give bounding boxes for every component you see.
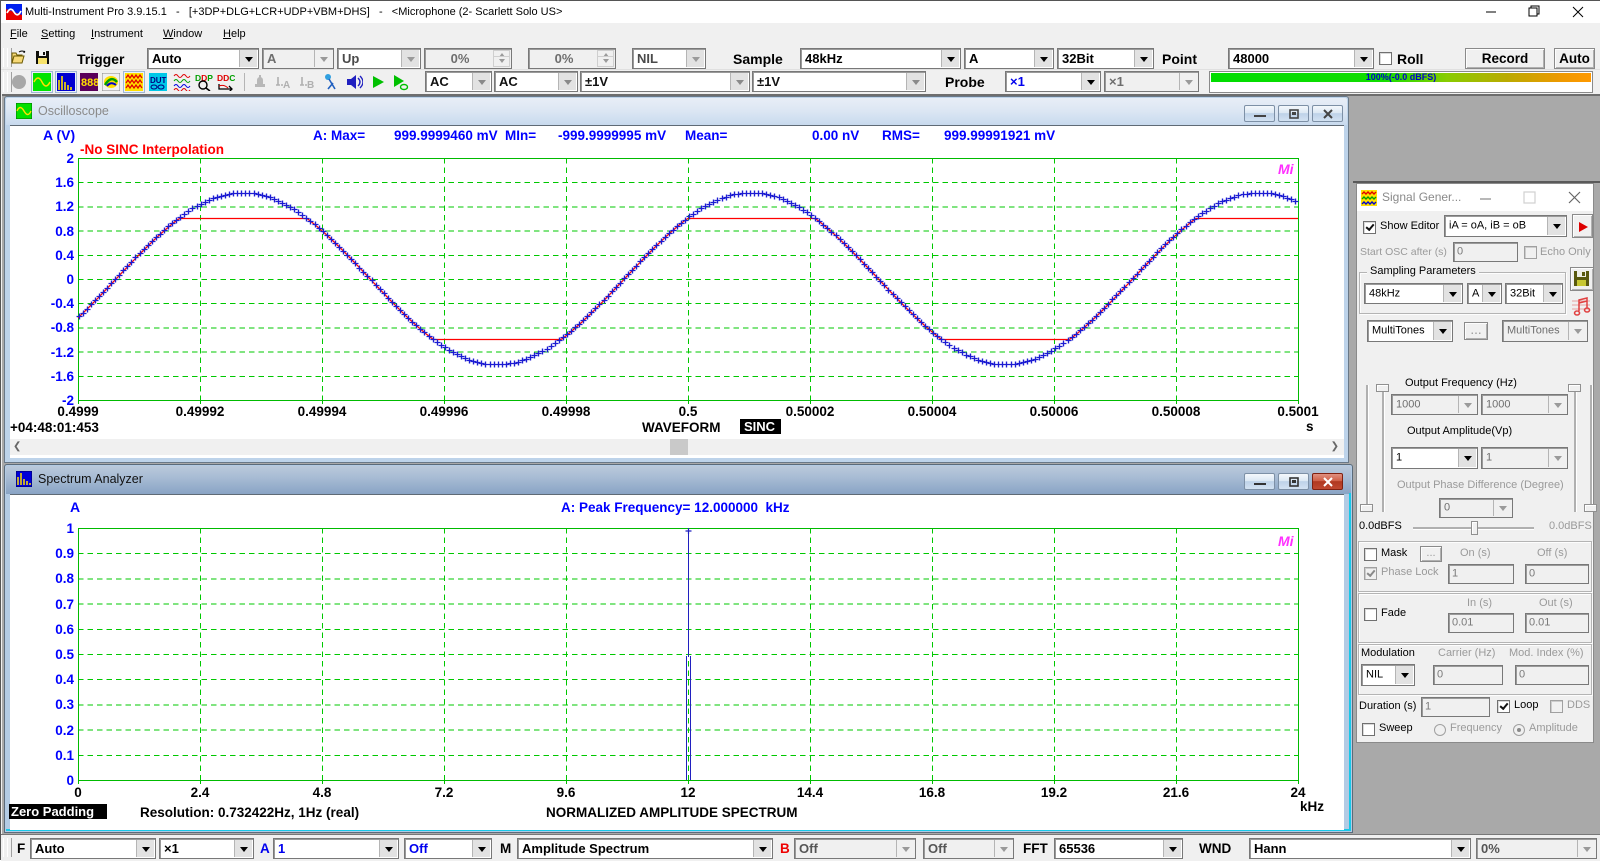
- svg-text:-1.6: -1.6: [51, 369, 75, 384]
- svg-text:DDC: DDC: [217, 73, 235, 83]
- svg-text:s: s: [1306, 419, 1314, 434]
- svg-text:A (V): A (V): [43, 127, 75, 143]
- svg-text:WAVEFORM: WAVEFORM: [642, 420, 721, 435]
- svg-text:0.4: 0.4: [55, 672, 74, 687]
- svg-text:0: 0: [66, 773, 74, 788]
- svg-text:Mi: Mi: [1278, 533, 1295, 549]
- svg-text:0.49996: 0.49996: [420, 404, 469, 419]
- svg-text:9.6: 9.6: [557, 785, 576, 800]
- svg-text:+04:48:01:453: +04:48:01:453: [10, 420, 99, 435]
- svg-text:12: 12: [680, 785, 695, 800]
- svg-text:0.5001: 0.5001: [1277, 404, 1319, 419]
- svg-text:-No SINC Interpolation: -No SINC Interpolation: [80, 142, 224, 157]
- svg-text:0.7: 0.7: [55, 597, 74, 612]
- svg-text:24: 24: [1290, 785, 1306, 800]
- svg-text:-0.4: -0.4: [51, 296, 75, 311]
- svg-text:0.3: 0.3: [55, 697, 74, 712]
- svg-text:0: 0: [66, 272, 74, 287]
- svg-text:-0.8: -0.8: [51, 320, 75, 335]
- svg-text:0.5: 0.5: [55, 647, 74, 662]
- svg-text:-1.2: -1.2: [51, 345, 74, 360]
- svg-text:19.2: 19.2: [1041, 785, 1067, 800]
- svg-text:0.8: 0.8: [55, 571, 74, 586]
- svg-text:0.49992: 0.49992: [176, 404, 225, 419]
- svg-text:RMS=: RMS=: [882, 128, 920, 143]
- svg-text:0.4999: 0.4999: [57, 404, 98, 419]
- svg-text:0: 0: [74, 785, 82, 800]
- svg-text:0.8: 0.8: [55, 224, 74, 239]
- svg-text:0.9: 0.9: [55, 546, 74, 561]
- svg-text:-999.9999995 mV: -999.9999995 mV: [558, 128, 666, 143]
- svg-text:SINC: SINC: [744, 419, 776, 434]
- svg-text:16.8: 16.8: [919, 785, 946, 800]
- svg-text:4.8: 4.8: [313, 785, 332, 800]
- svg-text:999.9999460 mV: 999.9999460 mV: [394, 128, 498, 143]
- svg-text:0.2: 0.2: [55, 723, 74, 738]
- svg-text:0.50008: 0.50008: [1152, 404, 1201, 419]
- svg-text:0.1: 0.1: [55, 748, 74, 763]
- svg-text:14.4: 14.4: [797, 785, 824, 800]
- svg-text:A: A: [283, 80, 290, 91]
- svg-text:MIn=: MIn=: [505, 128, 536, 143]
- svg-text:2: 2: [66, 151, 74, 166]
- svg-text:7.2: 7.2: [435, 785, 454, 800]
- svg-text:0.50004: 0.50004: [908, 404, 957, 419]
- svg-text:A: A: [70, 499, 80, 515]
- svg-text:2.4: 2.4: [191, 785, 210, 800]
- svg-text:21.6: 21.6: [1163, 785, 1190, 800]
- svg-text:Zero Padding: Zero Padding: [11, 804, 94, 819]
- svg-text:Mi: Mi: [1278, 161, 1295, 177]
- svg-text:888: 888: [81, 77, 98, 89]
- svg-text:DUT: DUT: [150, 76, 167, 85]
- svg-text:A: Peak Frequency= 12.000000: A: Peak Frequency= 12.000000 kHz: [561, 500, 790, 515]
- svg-text:1.2: 1.2: [55, 199, 74, 214]
- svg-text:0.5: 0.5: [679, 404, 698, 419]
- svg-text:1: 1: [66, 521, 74, 536]
- svg-text:999.99991921 mV: 999.99991921 mV: [944, 128, 1055, 143]
- svg-text:0.49994: 0.49994: [298, 404, 347, 419]
- svg-text:0.00 nV: 0.00 nV: [812, 128, 859, 143]
- svg-text:0.4: 0.4: [55, 248, 74, 263]
- svg-text:Resolution: 0.732422Hz, 1Hz (r: Resolution: 0.732422Hz, 1Hz (real): [140, 805, 359, 820]
- svg-text:0.6: 0.6: [55, 622, 74, 637]
- svg-text:B: B: [307, 80, 314, 91]
- svg-text:0.50002: 0.50002: [786, 404, 835, 419]
- svg-text:0.50006: 0.50006: [1030, 404, 1079, 419]
- svg-text:NORMALIZED AMPLITUDE SPECTRUM: NORMALIZED AMPLITUDE SPECTRUM: [546, 805, 798, 820]
- svg-text:A: Max=: A: Max=: [313, 128, 365, 143]
- svg-text:0.49998: 0.49998: [542, 404, 591, 419]
- svg-text:1.6: 1.6: [55, 175, 74, 190]
- svg-text:Mean=: Mean=: [685, 128, 728, 143]
- svg-text:kHz: kHz: [1300, 799, 1324, 814]
